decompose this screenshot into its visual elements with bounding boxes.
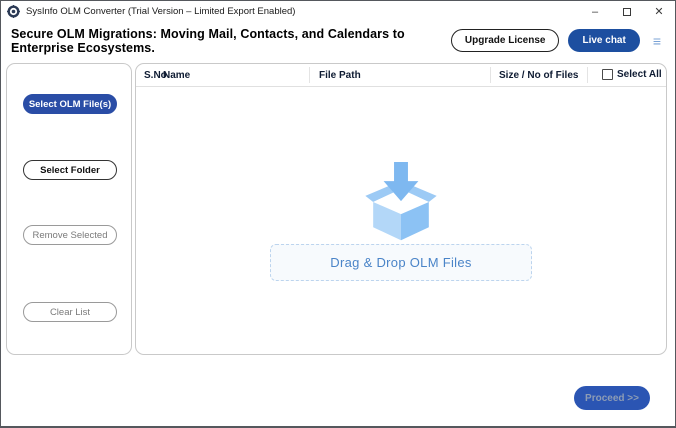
column-divider — [490, 67, 491, 83]
column-file-path: File Path — [319, 70, 361, 81]
file-list-panel: S.No Name File Path Size / No of Files S… — [135, 63, 667, 355]
column-size: Size / No of Files — [499, 70, 579, 81]
sidebar-panel: Select OLM File(s) Select Folder Remove … — [6, 63, 132, 355]
header-actions: Upgrade License Live chat ≡ — [450, 29, 665, 52]
proceed-button[interactable]: Proceed >> — [574, 386, 650, 410]
minimize-button[interactable]: – — [579, 1, 611, 22]
select-all-checkbox[interactable] — [602, 69, 613, 80]
live-chat-button[interactable]: Live chat — [568, 29, 640, 52]
select-all-label: Select All — [617, 69, 662, 80]
close-button[interactable]: ✕ — [643, 1, 675, 22]
column-name: Name — [163, 70, 191, 81]
drop-box-icon — [357, 162, 445, 247]
column-divider — [587, 67, 588, 83]
app-logo-icon — [7, 5, 20, 18]
window-controls: – ✕ — [579, 1, 675, 22]
title-bar: SysInfo OLM Converter (Trial Version – L… — [1, 1, 675, 22]
upgrade-license-button[interactable]: Upgrade License — [450, 29, 560, 52]
select-all-control[interactable]: Select All — [602, 69, 662, 80]
file-table-header: S.No Name File Path Size / No of Files S… — [136, 64, 666, 87]
select-folder-button[interactable]: Select Folder — [23, 160, 117, 180]
clear-list-button[interactable]: Clear List — [23, 302, 117, 322]
app-tagline: Secure OLM Migrations: Moving Mail, Cont… — [11, 26, 405, 55]
drag-drop-zone[interactable]: Drag & Drop OLM Files — [270, 244, 532, 281]
drag-drop-label: Drag & Drop OLM Files — [330, 255, 472, 270]
window-title: SysInfo OLM Converter (Trial Version – L… — [26, 6, 296, 17]
column-divider — [309, 67, 310, 83]
header-bar: Secure OLM Migrations: Moving Mail, Cont… — [1, 22, 675, 59]
app-window: SysInfo OLM Converter (Trial Version – L… — [0, 0, 676, 428]
select-olm-files-button[interactable]: Select OLM File(s) — [23, 94, 117, 114]
menu-icon[interactable]: ≡ — [649, 33, 665, 49]
maximize-button[interactable] — [611, 1, 643, 22]
remove-selected-button[interactable]: Remove Selected — [23, 225, 117, 245]
